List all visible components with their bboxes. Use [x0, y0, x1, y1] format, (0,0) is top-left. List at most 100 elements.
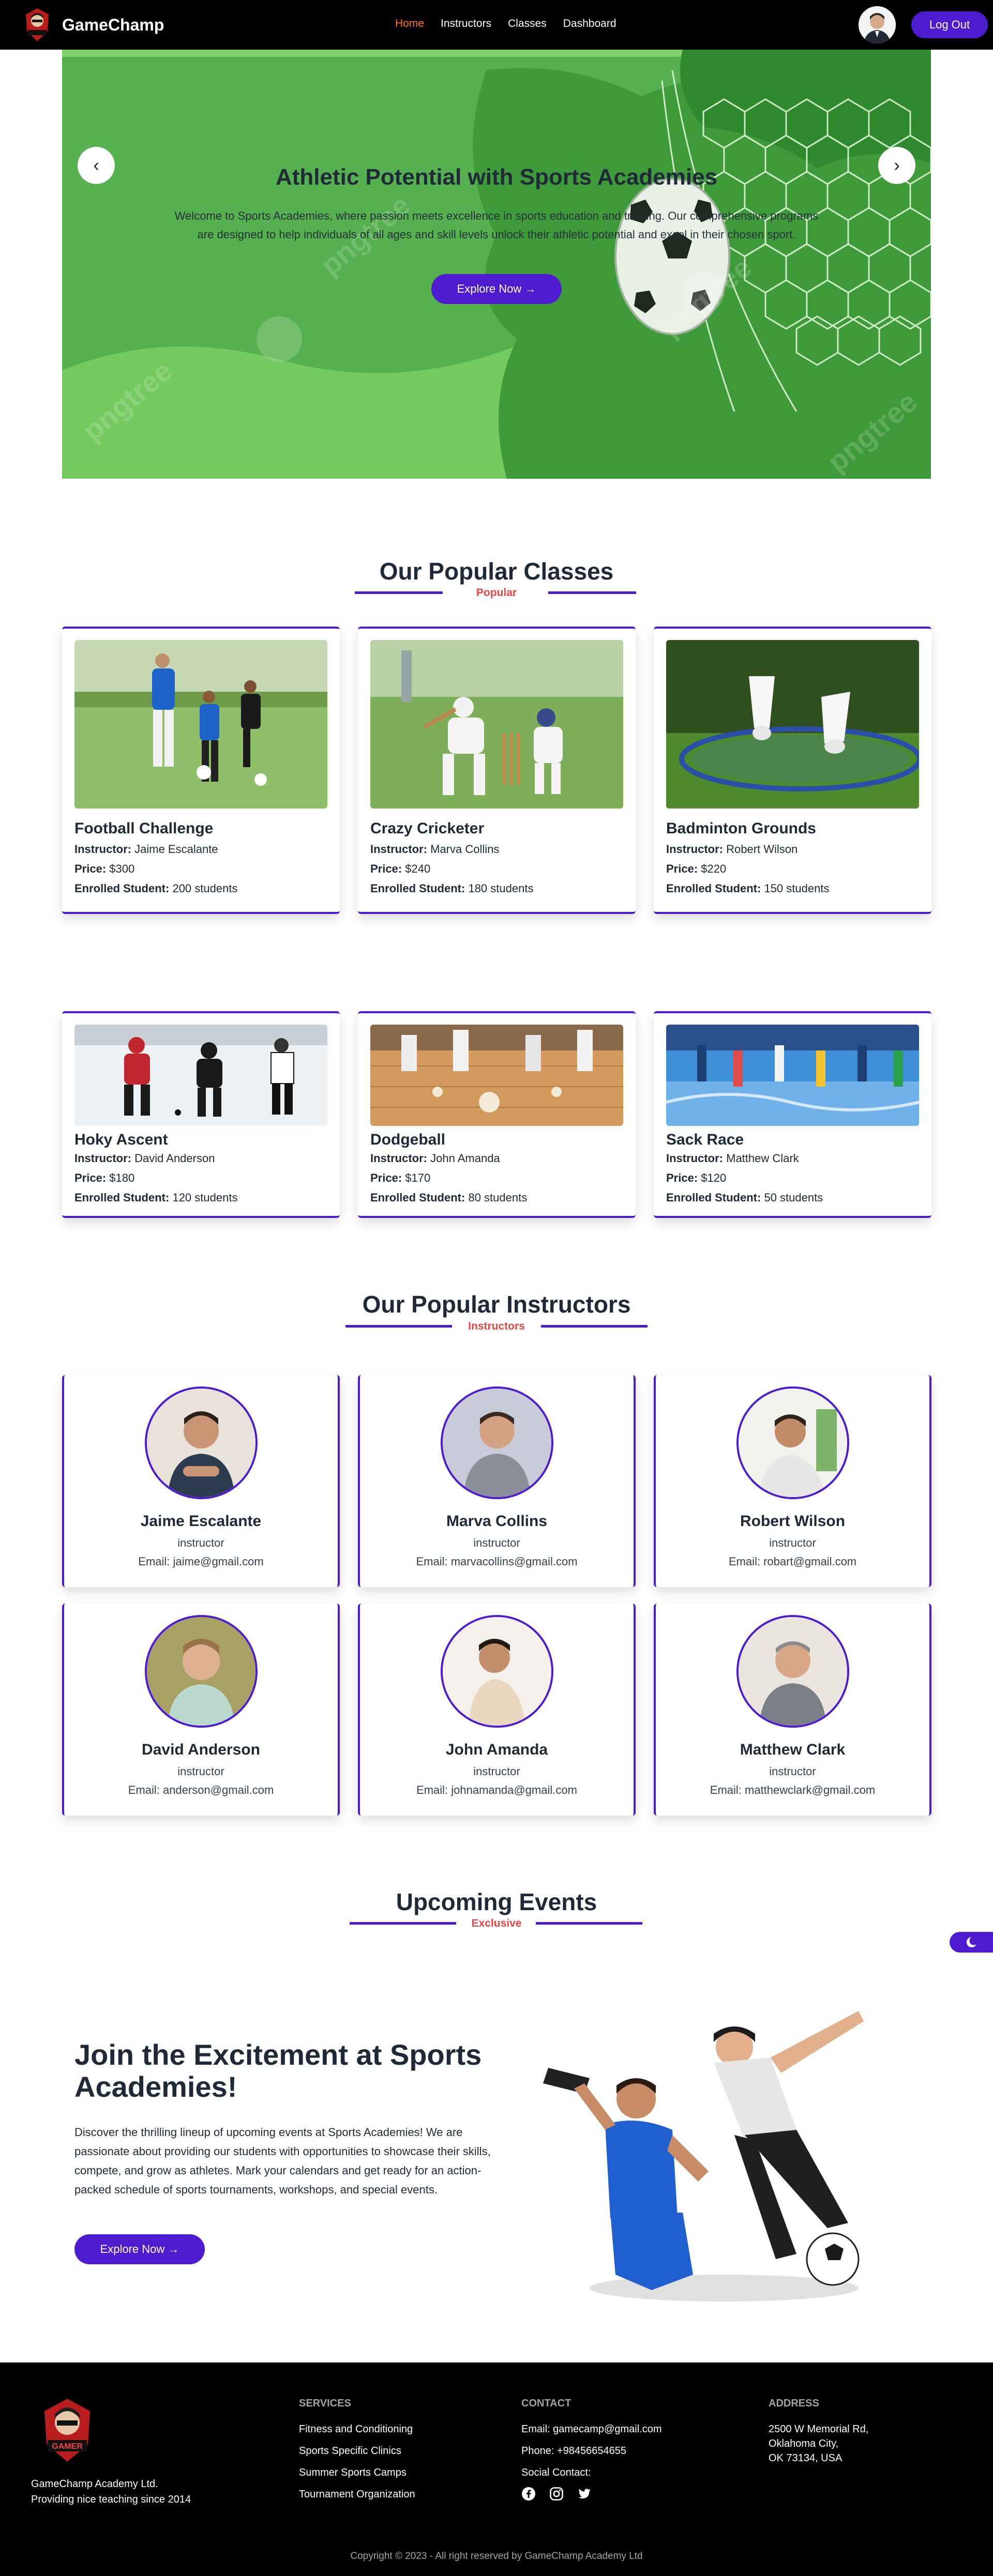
class-price: Price: $120: [666, 1171, 727, 1184]
soccer-players-image: [543, 2011, 864, 2301]
class-card[interactable]: Badminton Grounds Instructor: Robert Wil…: [654, 627, 931, 914]
hero-explore-button[interactable]: Explore Now →: [431, 274, 562, 304]
event-heading: Join the Excitement at Sports Academies!: [74, 2038, 482, 2103]
instructor-card[interactable]: Matthew Clark instructor Email: matthewc…: [654, 1604, 931, 1816]
instagram-icon[interactable]: [549, 2487, 564, 2501]
class-card[interactable]: Hoky Ascent Instructor: David Anderson P…: [62, 1011, 340, 1218]
twitter-icon[interactable]: [577, 2487, 592, 2501]
footer-address-line: 2500 W Memorial Rd,: [769, 2423, 869, 2435]
copyright-text: Copyright © 2023 - All right reserved by…: [350, 2551, 643, 2562]
footer-email: Email: gamecamp@gmail.com: [521, 2423, 662, 2435]
hero-description: Welcome to Sports Academies, where passi…: [174, 209, 819, 241]
class-instructor: Instructor: Marva Collins: [370, 843, 500, 856]
footer-address-title: ADDRESS: [769, 2398, 819, 2409]
events-section-subtitle: Exclusive: [471, 1917, 522, 1929]
brand-name[interactable]: GameChamp: [62, 16, 164, 35]
instructor-card[interactable]: Jaime Escalante instructor Email: jaime@…: [62, 1375, 340, 1587]
class-enrolled: Enrolled Student: 120 students: [74, 1191, 238, 1204]
instructor-photo: [736, 1615, 849, 1728]
footer-phone: Phone: +98456654655: [521, 2445, 626, 2457]
instructor-card[interactable]: Marva Collins instructor Email: marvacol…: [358, 1375, 636, 1587]
footer-logo[interactable]: GAMER: [36, 2397, 98, 2464]
nav-instructors[interactable]: Instructors: [441, 18, 491, 30]
instructor-role: instructor: [473, 1765, 520, 1778]
moon-icon: [966, 1937, 976, 1947]
class-card[interactable]: Sack Race Instructor: Matthew Clark Pric…: [654, 1011, 931, 1218]
instructor-email: Email: johnamanda@gmail.com: [416, 1784, 577, 1796]
class-instructor: Instructor: Robert Wilson: [666, 843, 798, 856]
class-name: Badminton Grounds: [666, 820, 816, 837]
class-enrolled: Enrolled Student: 150 students: [666, 882, 830, 895]
class-instructor: Instructor: John Amanda: [370, 1152, 500, 1165]
instructor-card[interactable]: David Anderson instructor Email: anderso…: [62, 1604, 340, 1816]
class-price: Price: $240: [370, 862, 431, 875]
football-image: [74, 640, 327, 809]
class-name: Dodgeball: [370, 1131, 446, 1148]
nav-dashboard[interactable]: Dashboard: [563, 18, 616, 30]
instructor-photo: [441, 1386, 553, 1499]
brand-logo[interactable]: [22, 7, 53, 42]
instructor-card[interactable]: Robert Wilson instructor Email: robart@g…: [654, 1375, 931, 1587]
logout-button[interactable]: Log Out: [911, 11, 988, 38]
instructor-role: instructor: [177, 1765, 224, 1778]
facebook-icon[interactable]: [521, 2487, 536, 2501]
hockey-image: [74, 1025, 327, 1126]
class-instructor: Instructor: David Anderson: [74, 1152, 215, 1165]
instructor-role: instructor: [769, 1765, 816, 1778]
footer-service-link[interactable]: Tournament Organization: [299, 2489, 415, 2501]
footer-address-line: Oklahoma City,: [769, 2438, 839, 2449]
instructor-photo: [441, 1615, 553, 1728]
nav-links: Home Instructors Classes Dashboard: [395, 18, 616, 30]
classes-section-subtitle: Popular: [476, 587, 517, 599]
class-price: Price: $170: [370, 1171, 431, 1184]
class-card[interactable]: Dodgeball Instructor: John Amanda Price:…: [358, 1011, 636, 1218]
instructor-name: Robert Wilson: [740, 1513, 846, 1530]
instructors-section-subtitle: Instructors: [468, 1320, 525, 1332]
hero-title: Athletic Potential with Sports Academies: [275, 164, 718, 190]
cricket-image: [370, 640, 623, 809]
footer-service-link[interactable]: Summer Sports Camps: [299, 2467, 407, 2479]
dodgeball-image: [370, 1025, 623, 1126]
hero-banner: pngtree pngtree pngtree pngtree Athletic…: [62, 50, 931, 479]
navbar: GameChamp Home Instructors Classes Dashb…: [0, 0, 993, 50]
instructor-name: Matthew Clark: [740, 1741, 846, 1758]
instructor-email: Email: matthewclark@gmail.com: [710, 1784, 876, 1796]
class-name: Crazy Cricketer: [370, 820, 485, 837]
footer-company-tagline: Providing nice teaching since 2014: [31, 2494, 191, 2505]
instructor-photo: [145, 1386, 258, 1499]
sack-race-image: [666, 1025, 919, 1126]
instructor-name: John Amanda: [445, 1741, 548, 1758]
nav-classes[interactable]: Classes: [508, 18, 547, 30]
footer-address-line: OK 73134, USA: [769, 2452, 842, 2464]
class-enrolled: Enrolled Student: 50 students: [666, 1191, 823, 1204]
instructor-role: instructor: [473, 1536, 520, 1549]
event-explore-button[interactable]: Explore Now →: [74, 2234, 205, 2264]
class-enrolled: Enrolled Student: 180 students: [370, 882, 534, 895]
class-name: Sack Race: [666, 1131, 744, 1148]
user-avatar[interactable]: [859, 6, 896, 43]
class-price: Price: $220: [666, 862, 727, 875]
instructors-section-title: Our Popular Instructors: [362, 1291, 631, 1318]
instructor-photo: [736, 1386, 849, 1499]
instructor-role: instructor: [177, 1536, 224, 1549]
footer-company: GameChamp Academy Ltd. Providing nice te…: [31, 2476, 191, 2507]
footer-service-link[interactable]: Sports Specific Clinics: [299, 2445, 401, 2457]
footer: GAMER GameChamp Academy Ltd. Providing n…: [0, 2362, 993, 2576]
instructor-email: Email: jaime@gmail.com: [138, 1555, 264, 1568]
class-instructor: Instructor: Matthew Clark: [666, 1152, 799, 1165]
instructor-card[interactable]: John Amanda instructor Email: johnamanda…: [358, 1604, 636, 1816]
instructor-name: Jaime Escalante: [140, 1513, 262, 1530]
hero-background: pngtree pngtree pngtree pngtree: [62, 50, 931, 479]
footer-service-link[interactable]: Fitness and Conditioning: [299, 2423, 413, 2435]
instructor-email: Email: marvacollins@gmail.com: [416, 1555, 578, 1568]
slider-next-button[interactable]: ›: [878, 147, 915, 184]
instructor-photo: [145, 1615, 258, 1728]
theme-toggle[interactable]: [950, 1932, 993, 1953]
instructor-email: Email: anderson@gmail.com: [128, 1784, 274, 1796]
class-card[interactable]: Football Challenge Instructor: Jaime Esc…: [62, 627, 340, 914]
class-enrolled: Enrolled Student: 200 students: [74, 882, 238, 895]
class-card[interactable]: Crazy Cricketer Instructor: Marva Collin…: [358, 627, 636, 914]
footer-social-label: Social Contact:: [521, 2467, 591, 2478]
slider-prev-button[interactable]: ‹: [78, 147, 115, 184]
nav-home[interactable]: Home: [395, 18, 424, 30]
